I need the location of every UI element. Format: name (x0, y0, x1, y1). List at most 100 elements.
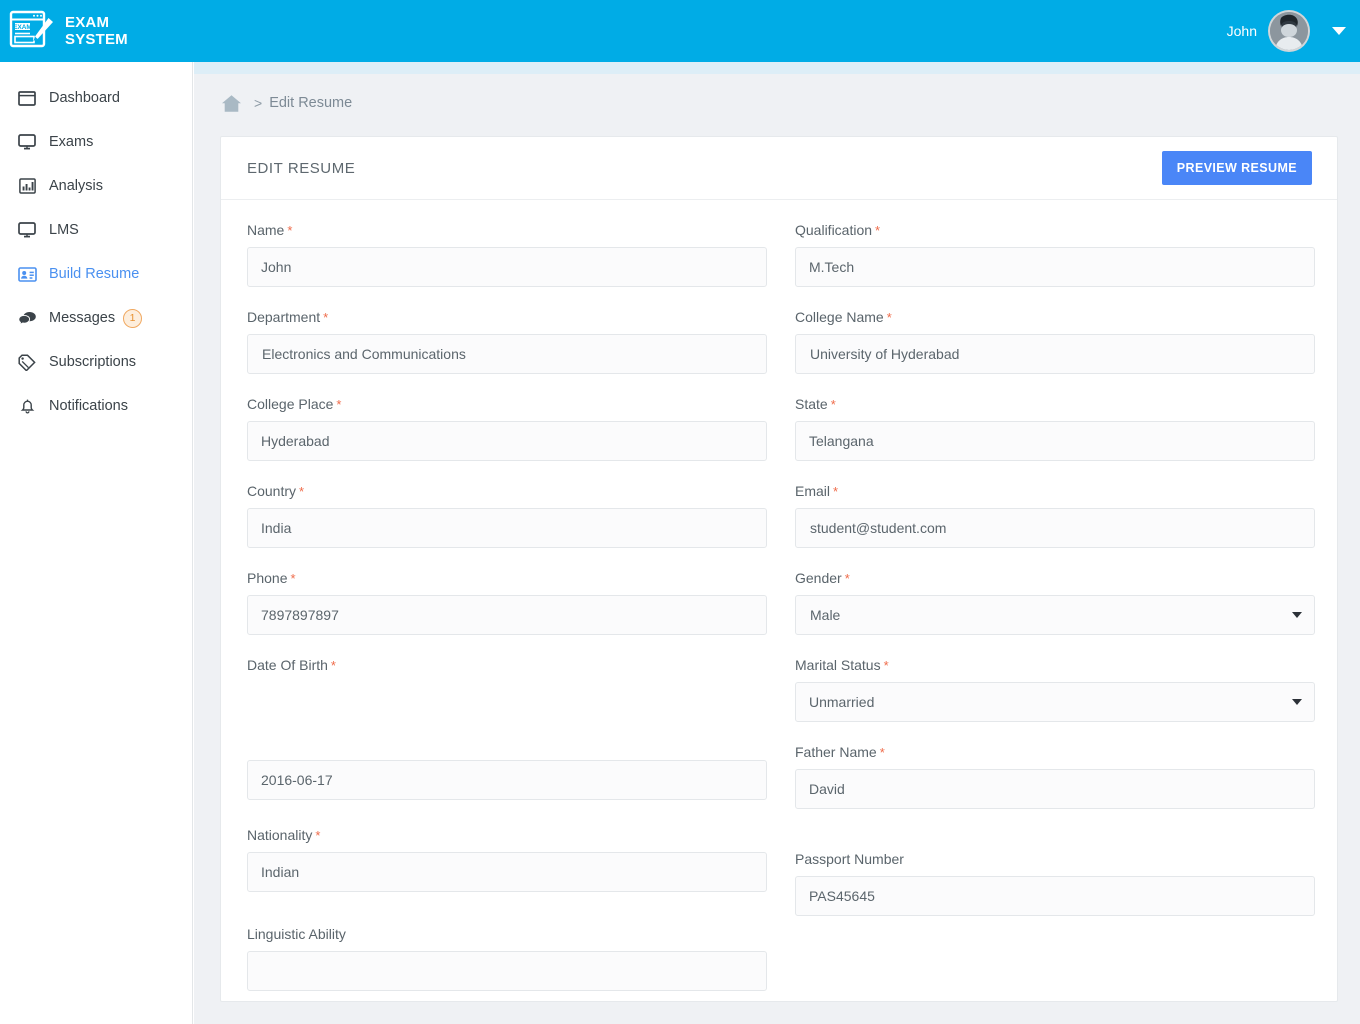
label-text: Passport Number (795, 851, 904, 867)
brand-title-line2: SYSTEM (65, 31, 128, 48)
sidebar-item-label: Exams (49, 133, 94, 150)
resume-form: Name* Qualification* Department* (221, 200, 1337, 1001)
field-marital-status: Marital Status * (795, 657, 1315, 722)
edit-resume-card: EDIT RESUME PREVIEW RESUME Name* Qualifi… (220, 136, 1338, 1002)
sidebar-item-lms[interactable]: LMS (0, 208, 192, 252)
exam-document-pencil-icon: EXAM (8, 8, 56, 54)
svg-text:EXAM: EXAM (13, 24, 31, 31)
field-label-state: State * (795, 396, 1315, 412)
field-label-college-place: College Place * (247, 396, 767, 412)
sidebar-item-label: Build Resume (49, 265, 140, 282)
content-top-strip (194, 62, 1360, 74)
brand-title: EXAM SYSTEM (65, 14, 128, 48)
breadcrumb-separator: > (254, 95, 263, 111)
label-text: Country (247, 483, 297, 499)
preview-resume-button[interactable]: PREVIEW RESUME (1161, 151, 1312, 185)
field-label-qualification: Qualification * (795, 222, 1315, 238)
field-label-department: Department * (247, 309, 767, 325)
field-label-linguistic-ability: Linguistic Ability (247, 926, 767, 942)
sidebar-item-analysis[interactable]: Analysis (0, 164, 192, 208)
father-name-input[interactable] (795, 769, 1315, 809)
passport-number-input[interactable] (795, 876, 1315, 916)
name-input[interactable] (247, 247, 767, 287)
field-state: State * (795, 396, 1315, 461)
required-marker: * (879, 745, 885, 760)
required-marker: * (287, 223, 293, 238)
label-text: State (795, 396, 828, 412)
tag-icon (16, 352, 38, 372)
sidebar-item-label: Messages (49, 309, 116, 326)
home-icon[interactable] (221, 94, 242, 113)
sidebar-item-label: Subscriptions (49, 353, 137, 370)
department-input[interactable] (247, 334, 767, 374)
linguistic-ability-input[interactable] (247, 951, 767, 991)
country-input[interactable] (247, 508, 767, 548)
right-col-stack: Marital Status* Father Name* (795, 657, 1315, 827)
required-marker: * (883, 658, 889, 673)
breadcrumb-current: Edit Resume (269, 95, 353, 111)
bell-icon (16, 396, 38, 416)
field-passport-number: Passport Number (795, 827, 1315, 916)
user-menu[interactable]: John (1227, 0, 1360, 62)
required-marker: * (830, 397, 836, 412)
label-text: Department (247, 309, 321, 325)
field-date-of-birth: Date Of Birth * (247, 657, 767, 817)
field-label-college-name: College Name * (795, 309, 1315, 325)
sidebar-item-dashboard[interactable]: Dashboard (0, 76, 192, 120)
field-label-father-name: Father Name * (795, 744, 1315, 760)
required-marker: * (833, 484, 839, 499)
field-father-name: Father Name * (795, 744, 1315, 809)
top-header-bar: EXAM EXAM SYSTEM John (0, 0, 1360, 62)
gender-select-wrap (795, 595, 1315, 635)
field-country: Country * (247, 483, 767, 548)
label-text: Nationality (247, 827, 313, 843)
field-label-country: Country * (247, 483, 767, 499)
label-text: Marital Status (795, 657, 881, 673)
chat-bubble-icon (16, 308, 38, 328)
sidebar-item-exams[interactable]: Exams (0, 120, 192, 164)
field-label-passport-number: Passport Number (795, 851, 1315, 867)
field-college-place: College Place * (247, 396, 767, 461)
field-linguistic-ability: Linguistic Ability (247, 926, 767, 991)
label-text: College Name (795, 309, 884, 325)
field-label-nationality: Nationality * (247, 827, 767, 843)
field-spacer-right (795, 926, 1315, 991)
gender-select[interactable] (795, 595, 1315, 635)
sidebar-item-label: Notifications (49, 397, 128, 414)
avatar[interactable] (1268, 10, 1310, 52)
label-text: Email (795, 483, 831, 499)
required-marker: * (336, 397, 342, 412)
form-grid: Name* Qualification* Department* (247, 222, 1315, 1001)
date-of-birth-input[interactable] (247, 760, 767, 800)
chevron-down-icon[interactable] (1332, 27, 1346, 35)
field-label-gender: Gender * (795, 570, 1315, 586)
id-card-icon (16, 264, 38, 284)
label-text: Date Of Birth (247, 657, 328, 673)
field-gender: Gender * (795, 570, 1315, 635)
college-name-input[interactable] (795, 334, 1315, 374)
sidebar-item-subscriptions[interactable]: Subscriptions (0, 340, 192, 384)
state-input[interactable] (795, 421, 1315, 461)
sidebar-item-build-resume[interactable]: Build Resume (0, 252, 192, 296)
nationality-input[interactable] (247, 852, 767, 892)
email-input[interactable] (795, 508, 1315, 548)
required-marker: * (875, 223, 881, 238)
college-place-input[interactable] (247, 421, 767, 461)
marital-status-select[interactable] (795, 682, 1315, 722)
phone-input[interactable] (247, 595, 767, 635)
label-text: Linguistic Ability (247, 926, 346, 942)
brand-logo-area[interactable]: EXAM EXAM SYSTEM (0, 0, 194, 62)
qualification-input[interactable] (795, 247, 1315, 287)
sidebar-item-notifications[interactable]: Notifications (0, 384, 192, 428)
page-title: EDIT RESUME (247, 159, 356, 177)
label-text: Qualification (795, 222, 873, 238)
brand-title-line1: EXAM (65, 14, 110, 31)
label-text: Gender (795, 570, 842, 586)
sidebar-nav: Dashboard Exams Analysis LMS Build Resum… (0, 62, 193, 1024)
bar-chart-icon (16, 176, 38, 196)
field-department: Department * (247, 309, 767, 374)
sidebar-item-messages[interactable]: Messages 1 (0, 296, 192, 340)
required-marker: * (290, 571, 296, 586)
field-label-phone: Phone * (247, 570, 767, 586)
required-marker: * (844, 571, 850, 586)
